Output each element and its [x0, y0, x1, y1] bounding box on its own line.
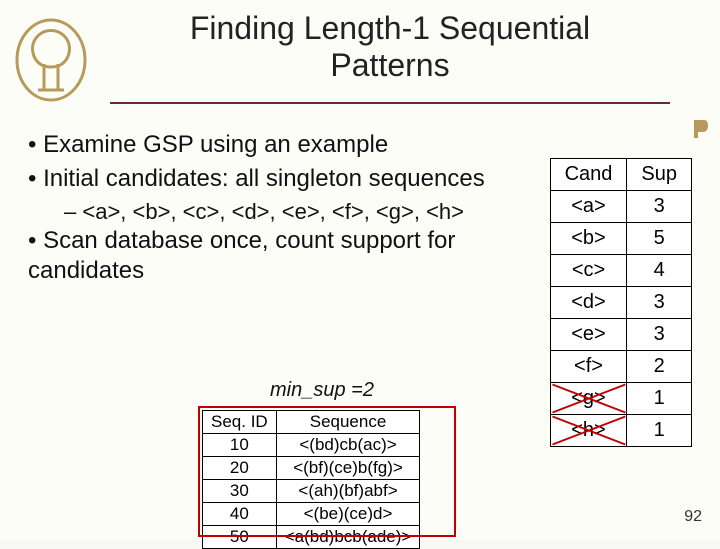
- table-row: <f>2: [550, 351, 691, 383]
- slide-title: Finding Length-1 Sequential Patterns: [110, 10, 670, 84]
- table-row: <d>3: [550, 287, 691, 319]
- table-row: <a>3: [550, 191, 691, 223]
- table-cell: <(be)(ce)d>: [276, 503, 420, 526]
- sup-cell: 1: [627, 415, 692, 447]
- sequence-database-table: Seq. ID Sequence 10<(bd)cb(ac)>20<(bf)(c…: [202, 410, 420, 549]
- table-row: <h>1: [550, 415, 691, 447]
- cand-header: Cand: [550, 159, 627, 191]
- bullet-2a: <a>, <b>, <c>, <d>, <e>, <f>, <g>, <h>: [64, 198, 528, 226]
- cand-cell: <c>: [550, 255, 627, 287]
- candidate-support-table: Cand Sup <a>3<b>5<c>4<d>3<e>3<f>2<g>1<h>…: [550, 158, 692, 447]
- bullet-content: Examine GSP using an example Initial can…: [28, 130, 528, 290]
- table-row: 30<(ah)(bf)abf>: [203, 480, 420, 503]
- sup-cell: 3: [627, 319, 692, 351]
- table-cell: <(bd)cb(ac)>: [276, 434, 420, 457]
- sup-cell: 4: [627, 255, 692, 287]
- cand-cell: <g>: [550, 383, 627, 415]
- singleton-list: <a>, <b>, <c>, <d>, <e>, <f>, <g>, <h>: [82, 199, 464, 224]
- table-row: <g>1: [550, 383, 691, 415]
- cand-cell: <h>: [550, 415, 627, 447]
- table-cell: 40: [203, 503, 277, 526]
- bullet-2: Initial candidates: all singleton sequen…: [28, 164, 528, 194]
- bullet-3: Scan database once, count support for ca…: [28, 226, 528, 286]
- table-cell: 10: [203, 434, 277, 457]
- table-row: <b>5: [550, 223, 691, 255]
- sup-cell: 5: [627, 223, 692, 255]
- sup-cell: 1: [627, 383, 692, 415]
- table-row: 50<a(bd)bcb(ade)>: [203, 526, 420, 549]
- sup-header: Sup: [627, 159, 692, 191]
- table-row: <e>3: [550, 319, 691, 351]
- title-line-2: Patterns: [330, 47, 449, 83]
- table-header-row: Cand Sup: [550, 159, 691, 191]
- sup-cell: 2: [627, 351, 692, 383]
- table-row: 40<(be)(ce)d>: [203, 503, 420, 526]
- table-row: 20<(bf)(ce)b(fg)>: [203, 457, 420, 480]
- sequence-header: Sequence: [276, 411, 420, 434]
- title-line-1: Finding Length-1 Sequential: [190, 10, 590, 46]
- table-cell: 20: [203, 457, 277, 480]
- min-sup-label: min_sup =2: [270, 378, 374, 403]
- seq-id-header: Seq. ID: [203, 411, 277, 434]
- table-row: <c>4: [550, 255, 691, 287]
- cand-cell: <f>: [550, 351, 627, 383]
- small-corner-logo: [690, 118, 710, 145]
- university-seal-logo: [14, 18, 88, 106]
- sup-cell: 3: [627, 287, 692, 319]
- sup-cell: 3: [627, 191, 692, 223]
- cand-cell: <a>: [550, 191, 627, 223]
- title-underline: [110, 102, 670, 104]
- table-header-row: Seq. ID Sequence: [203, 411, 420, 434]
- table-cell: <a(bd)bcb(ade)>: [276, 526, 420, 549]
- table-cell: <(bf)(ce)b(fg)>: [276, 457, 420, 480]
- slide: Finding Length-1 Sequential Patterns Exa…: [0, 0, 720, 540]
- table-cell: 30: [203, 480, 277, 503]
- table-cell: 50: [203, 526, 277, 549]
- cand-cell: <b>: [550, 223, 627, 255]
- table-cell: <(ah)(bf)abf>: [276, 480, 420, 503]
- page-number: 92: [684, 508, 702, 526]
- cand-cell: <d>: [550, 287, 627, 319]
- table-row: 10<(bd)cb(ac)>: [203, 434, 420, 457]
- cand-cell: <e>: [550, 319, 627, 351]
- bullet-1: Examine GSP using an example: [28, 130, 528, 160]
